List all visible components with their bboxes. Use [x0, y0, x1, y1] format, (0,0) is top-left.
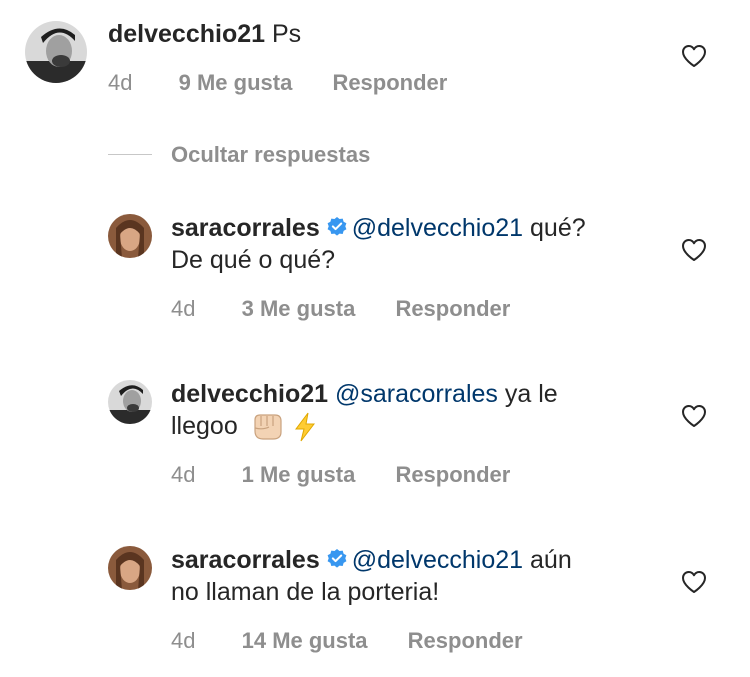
comment-username[interactable]: saracorrales — [171, 546, 320, 574]
comment-likes[interactable]: 14 Me gusta — [242, 628, 368, 654]
mention-link[interactable]: @saracorrales — [335, 380, 498, 408]
verified-badge-icon — [327, 549, 347, 568]
heart-icon[interactable] — [681, 238, 707, 262]
comment-text: Ps — [271, 20, 302, 48]
avatar[interactable] — [25, 21, 87, 83]
lightning-icon — [294, 413, 315, 442]
oncoming-fist-icon — [254, 414, 282, 440]
comment-meta: 4d 14 Me gusta Responder — [171, 628, 523, 654]
comment-time: 4d — [171, 628, 196, 653]
hide-replies-button[interactable]: Ocultar respuestas — [171, 142, 370, 168]
avatar[interactable] — [108, 214, 152, 258]
comment-time: 4d — [108, 70, 133, 95]
reply-button[interactable]: Responder — [395, 296, 510, 322]
comment-meta: 4d 3 Me gusta Responder — [171, 296, 510, 322]
comment-text-continued: no llaman de la porteria! — [171, 578, 440, 606]
comment-text: aún — [530, 546, 572, 574]
comment-time: 4d — [171, 462, 196, 487]
reply-button[interactable]: Responder — [408, 628, 523, 654]
reply-button[interactable]: Responder — [395, 462, 510, 488]
comment-likes[interactable]: 1 Me gusta — [242, 462, 356, 488]
mention-link[interactable]: @delvecchio21 — [352, 546, 523, 574]
comment-time: 4d — [171, 296, 196, 321]
comment-likes[interactable]: 9 Me gusta — [179, 70, 293, 96]
comment-text-continued: De qué o qué? — [171, 246, 336, 274]
avatar[interactable] — [108, 380, 152, 424]
comment-username[interactable]: saracorrales — [171, 214, 320, 242]
avatar[interactable] — [108, 546, 152, 590]
hide-replies-divider — [108, 154, 152, 155]
comment-username[interactable]: delvecchio21 — [171, 380, 328, 408]
comment-meta: 4d 9 Me gusta Responder — [108, 70, 447, 96]
heart-icon[interactable] — [681, 404, 707, 428]
comment-username[interactable]: delvecchio21 — [108, 20, 265, 48]
comment-text: qué? — [530, 214, 586, 242]
comment-meta: 4d 1 Me gusta Responder — [171, 462, 510, 488]
comment-likes[interactable]: 3 Me gusta — [242, 296, 356, 322]
mention-link[interactable]: @delvecchio21 — [352, 214, 523, 242]
reply-button[interactable]: Responder — [332, 70, 447, 96]
comment-text-continued: llegoo — [171, 412, 238, 440]
heart-icon[interactable] — [681, 44, 707, 68]
comment-text: ya le — [504, 380, 558, 408]
verified-badge-icon — [327, 217, 347, 236]
heart-icon[interactable] — [681, 570, 707, 594]
